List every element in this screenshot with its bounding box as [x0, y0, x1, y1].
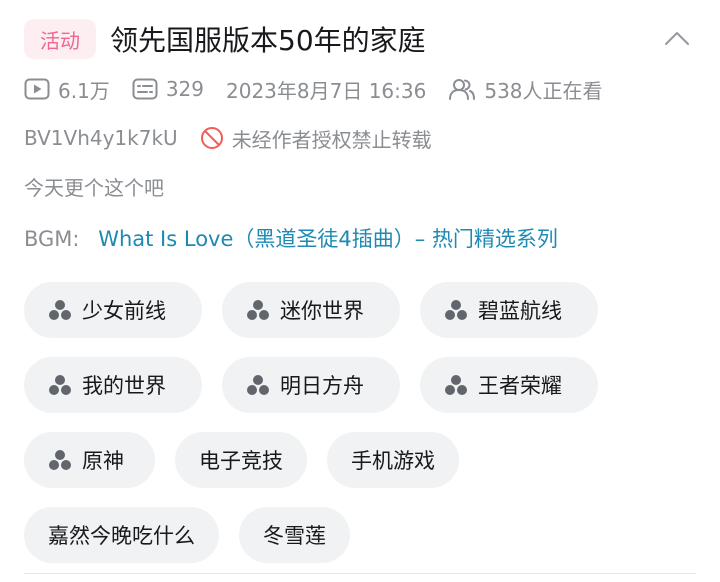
watching-now: 538人正在看	[448, 75, 603, 104]
divider	[24, 573, 696, 574]
bgm-track-link[interactable]: What Is Love（黑道圣徒4插曲）– 热门精选系列	[98, 227, 558, 251]
channel-icon	[246, 299, 270, 321]
tag-row: 少女前线 迷你世界 碧蓝航线	[24, 282, 704, 338]
view-count: 6.1万	[24, 75, 110, 104]
reprint-notice-text: 未经作者授权禁止转载	[231, 127, 432, 152]
reprint-notice: 未经作者授权禁止转载	[200, 124, 432, 153]
tag-label: 迷你世界	[280, 299, 364, 323]
topic-tag[interactable]: 手机游戏	[327, 432, 459, 488]
channel-icon	[246, 374, 270, 396]
bvid[interactable]: BV1Vh4y1k7kU	[24, 126, 178, 150]
tag-label: 嘉然今晚吃什么	[48, 524, 195, 548]
tag-label: 电子竞技	[199, 449, 283, 473]
tag-label: 王者荣耀	[478, 374, 562, 398]
play-count-icon	[24, 78, 50, 100]
danmaku-icon	[132, 78, 158, 100]
view-count-text: 6.1万	[58, 78, 110, 103]
tag-row: 嘉然今晚吃什么 冬雪莲	[24, 507, 704, 563]
people-icon	[449, 79, 476, 100]
channel-tag[interactable]: 王者荣耀	[420, 357, 598, 413]
topic-tag[interactable]: 嘉然今晚吃什么	[24, 507, 219, 563]
channel-tag[interactable]: 少女前线	[24, 282, 202, 338]
video-stats: 6.1万 329 2023年8月7日 16:36 538人正在看	[24, 72, 625, 106]
tag-list: 少女前线 迷你世界 碧蓝航线 我的世界 明日方舟 王者荣耀 原神 电子竞技 手机…	[24, 282, 704, 582]
video-description: 今天更个这个吧	[24, 176, 164, 200]
tag-label: 我的世界	[82, 374, 166, 398]
tag-label: 少女前线	[82, 299, 166, 323]
tag-label: 明日方舟	[280, 374, 364, 398]
channel-tag[interactable]: 我的世界	[24, 357, 202, 413]
channel-tag[interactable]: 碧蓝航线	[420, 282, 598, 338]
tag-label: 碧蓝航线	[478, 299, 562, 323]
channel-icon	[48, 374, 72, 396]
bgm-label: BGM:	[24, 227, 80, 251]
tag-label: 原神	[82, 449, 124, 473]
publish-time: 2023年8月7日 16:36	[226, 78, 427, 103]
topic-tag[interactable]: 电子竞技	[175, 432, 307, 488]
channel-icon	[48, 299, 72, 321]
watching-now-text: 538人正在看	[484, 78, 603, 103]
channel-tag[interactable]: 原神	[24, 432, 155, 488]
tag-row: 我的世界 明日方舟 王者荣耀	[24, 357, 704, 413]
channel-icon	[444, 374, 468, 396]
channel-tag[interactable]: 明日方舟	[222, 357, 400, 413]
bgm-row: BGM: What Is Love（黑道圣徒4插曲）– 热门精选系列	[24, 223, 558, 253]
tag-label: 手机游戏	[351, 449, 435, 473]
channel-icon	[48, 449, 72, 471]
chevron-up-icon[interactable]	[662, 24, 692, 54]
forbidden-icon	[200, 127, 223, 149]
video-title: 领先国服版本50年的家庭	[110, 24, 426, 57]
channel-icon	[444, 299, 468, 321]
tag-label: 冬雪莲	[263, 524, 326, 548]
video-header: 活动 领先国服版本50年的家庭	[24, 18, 696, 60]
tag-row: 原神 电子竞技 手机游戏	[24, 432, 704, 488]
topic-tag[interactable]: 冬雪莲	[239, 507, 350, 563]
danmaku-count-text: 329	[165, 77, 204, 101]
activity-badge[interactable]: 活动	[24, 19, 96, 59]
video-meta-row: BV1Vh4y1k7kU 未经作者授权禁止转载	[24, 122, 432, 154]
channel-tag[interactable]: 迷你世界	[222, 282, 400, 338]
danmaku-count: 329	[132, 77, 204, 101]
